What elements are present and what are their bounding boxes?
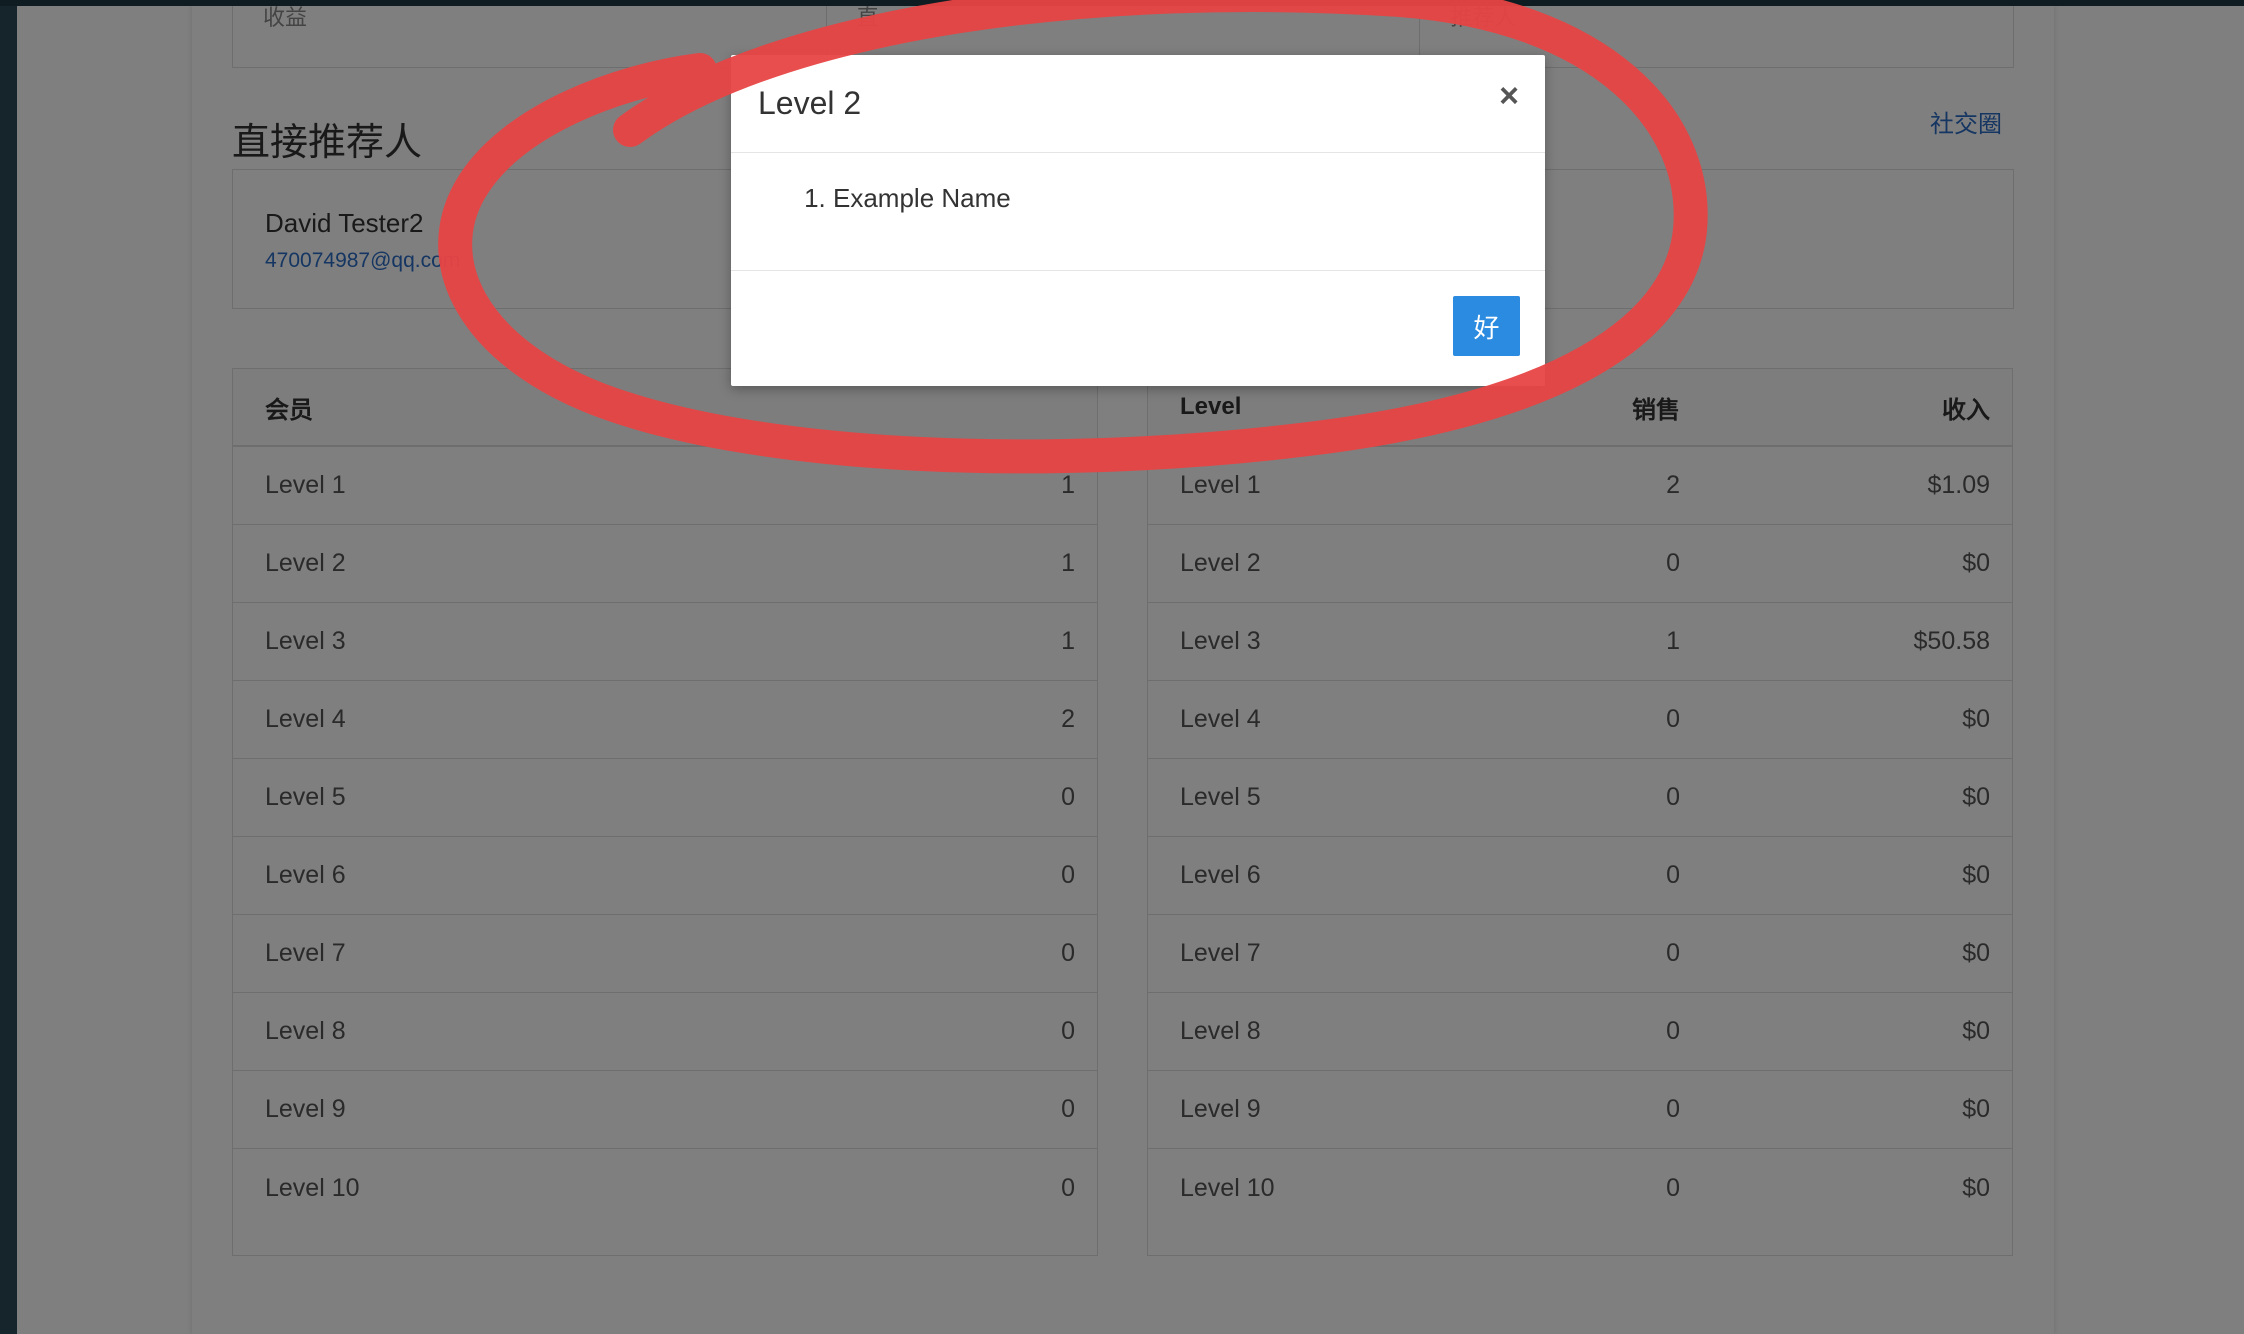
modal-name-list: Example Name — [801, 183, 1545, 214]
ok-button[interactable]: 好 — [1453, 296, 1520, 356]
modal-title: Level 2 — [758, 85, 862, 121]
modal-body: Example Name — [731, 153, 1545, 271]
level-modal: Level 2 × Example Name 好 — [731, 55, 1545, 386]
close-icon[interactable]: × — [1499, 79, 1519, 113]
modal-footer: 好 — [731, 271, 1545, 385]
modal-header: Level 2 × — [731, 55, 1545, 153]
modal-list-item: Example Name — [833, 183, 1545, 214]
